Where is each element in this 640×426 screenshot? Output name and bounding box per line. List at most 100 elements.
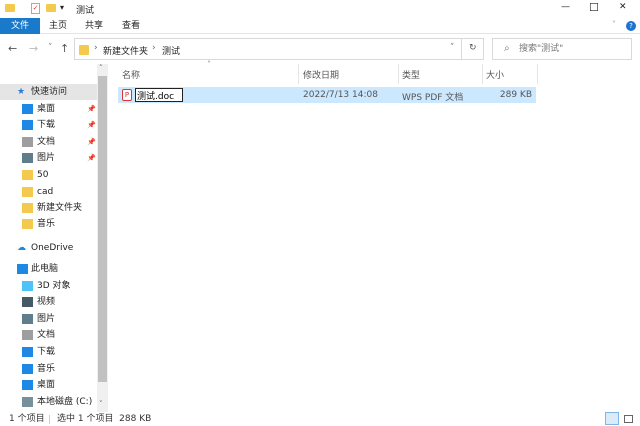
- sidebar-item[interactable]: 下载: [0, 344, 97, 360]
- breadcrumb-separator: ›: [94, 43, 98, 53]
- details-view-button[interactable]: [605, 412, 619, 425]
- sort-ascending-icon: ˄: [207, 60, 211, 69]
- sidebar-item-label: 50: [37, 170, 49, 180]
- sidebar-item[interactable]: 视频: [0, 294, 97, 310]
- sidebar-item-label: 视频: [37, 297, 56, 307]
- folder-icon: [22, 219, 33, 229]
- pin-icon: 📌: [87, 138, 96, 146]
- sidebar-item[interactable]: 本地磁盘 (C:): [0, 394, 97, 410]
- address-bar[interactable]: › 新建文件夹 › 测试 ˅ ↻: [74, 38, 484, 60]
- music-icon: [22, 364, 33, 374]
- scroll-down-arrow[interactable]: ˅: [99, 400, 103, 408]
- sidebar-item-label: 快速访问: [31, 87, 68, 97]
- file-date: 2022/7/13 14:08: [303, 90, 378, 100]
- new-folder-icon[interactable]: [46, 4, 56, 12]
- sidebar-item[interactable]: 桌面: [0, 377, 97, 393]
- customize-toolbar-icon[interactable]: ▾: [60, 3, 64, 12]
- sidebar-item-label: 桌面: [37, 380, 56, 390]
- sidebar-scrollbar[interactable]: ˄ ˅: [97, 64, 108, 412]
- sidebar-item[interactable]: 3D 对象: [0, 278, 97, 294]
- sidebar-item[interactable]: 新建文件夹: [0, 200, 97, 216]
- folder-icon: [79, 45, 89, 55]
- sidebar-item-label: 新建文件夹: [37, 203, 83, 213]
- search-input[interactable]: 搜索"测试": [492, 38, 632, 60]
- selection-info: 选中 1 个项目 288 KB: [57, 414, 152, 424]
- sidebar-item[interactable]: 桌面 📌: [0, 101, 97, 117]
- divider: [461, 38, 462, 60]
- sidebar-item[interactable]: ★ 快速访问: [0, 84, 97, 100]
- picture-icon: [22, 314, 33, 324]
- scrollbar-thumb[interactable]: [98, 76, 107, 382]
- breadcrumb-new-folder[interactable]: 新建文件夹: [103, 44, 148, 57]
- refresh-button[interactable]: ↻: [469, 43, 477, 53]
- sidebar-item[interactable]: 50: [0, 167, 97, 183]
- column-header-type[interactable]: 类型: [402, 68, 420, 82]
- recent-locations-button[interactable]: ˅: [48, 43, 53, 53]
- sidebar-item[interactable]: ☁ OneDrive: [0, 240, 97, 256]
- sidebar-item[interactable]: 图片 📌: [0, 150, 97, 166]
- back-button[interactable]: ←: [8, 42, 17, 55]
- sidebar-item[interactable]: 下载 📌: [0, 117, 97, 133]
- folder-icon: [5, 4, 15, 12]
- breadcrumb-separator: ›: [152, 43, 156, 53]
- sidebar-item-label: 音乐: [37, 364, 56, 374]
- wps-pdf-file-icon: P: [122, 89, 132, 101]
- sidebar-item-label: OneDrive: [31, 243, 74, 253]
- picture-icon: [22, 153, 33, 163]
- sidebar-item-label: 图片: [37, 153, 56, 163]
- star-icon: ★: [17, 87, 26, 97]
- sidebar-item-label: 音乐: [37, 219, 56, 229]
- ribbon-expand-icon[interactable]: ˅: [612, 20, 616, 29]
- file-row[interactable]: P 2022/7/13 14:08 WPS PDF 文档 289 KB: [118, 87, 536, 103]
- download-icon: [22, 120, 33, 130]
- sidebar-item[interactable]: 文档: [0, 327, 97, 343]
- column-header-size[interactable]: 大小: [486, 68, 504, 82]
- file-type: WPS PDF 文档: [402, 93, 464, 103]
- scroll-up-arrow[interactable]: ˄: [99, 64, 103, 72]
- forward-button[interactable]: →: [29, 42, 38, 55]
- sidebar-item[interactable]: 文档 📌: [0, 134, 97, 150]
- large-icons-view-button[interactable]: [624, 415, 633, 423]
- sidebar-item[interactable]: 音乐: [0, 216, 97, 232]
- folder-icon: [22, 187, 33, 197]
- sidebar-item[interactable]: 音乐: [0, 361, 97, 377]
- desktop-icon: [22, 380, 33, 390]
- maximize-button[interactable]: ☐: [589, 1, 599, 14]
- tab-file[interactable]: 文件: [0, 18, 40, 34]
- folder-icon: [22, 170, 33, 180]
- tab-view[interactable]: 查看: [116, 18, 146, 34]
- cloud-icon: ☁: [17, 243, 26, 253]
- window-title: 测试: [76, 6, 95, 16]
- properties-icon[interactable]: ✓: [31, 3, 40, 14]
- minimize-button[interactable]: —: [561, 2, 570, 12]
- search-icon: ⌕: [504, 43, 510, 54]
- up-button[interactable]: ↑: [60, 42, 69, 55]
- sidebar-item[interactable]: 此电脑: [0, 261, 97, 277]
- close-button[interactable]: ✕: [619, 2, 627, 12]
- navigation-pane: ★ 快速访问 桌面 📌 下载 📌 文档 📌 图片 📌 50 cad 新建文件夹 音乐 ☁ OneDrive 此电…: [0, 76, 97, 412]
- address-dropdown-button[interactable]: ˅: [450, 43, 455, 53]
- 3d-icon: [22, 281, 33, 291]
- drive-icon: [22, 397, 33, 407]
- pin-icon: 📌: [87, 121, 96, 129]
- document-icon: [22, 137, 33, 147]
- column-header-date[interactable]: 修改日期: [303, 68, 339, 82]
- pin-icon: 📌: [87, 154, 96, 162]
- breadcrumb-current[interactable]: 测试: [162, 44, 180, 57]
- title-bar: ✓ ▾ 测试 — ☐ ✕: [0, 0, 640, 18]
- help-icon[interactable]: ?: [626, 21, 636, 31]
- tab-share[interactable]: 共享: [79, 18, 109, 34]
- desktop-icon: [22, 104, 33, 114]
- sidebar-item-label: 此电脑: [31, 264, 59, 274]
- sidebar-item-label: cad: [37, 187, 54, 197]
- sidebar-item[interactable]: 图片: [0, 311, 97, 327]
- ribbon-tabs: 文件 主页 共享 查看 ˅ ?: [0, 18, 640, 34]
- column-header-name[interactable]: 名称: [122, 68, 140, 82]
- sidebar-item-label: 桌面: [37, 104, 56, 114]
- sidebar-item-label: 下载: [37, 347, 56, 357]
- sidebar-item[interactable]: cad: [0, 184, 97, 200]
- tab-home[interactable]: 主页: [43, 18, 73, 34]
- computer-icon: [17, 264, 28, 274]
- rename-input[interactable]: [135, 88, 183, 102]
- item-count: 1 个项目: [9, 414, 45, 424]
